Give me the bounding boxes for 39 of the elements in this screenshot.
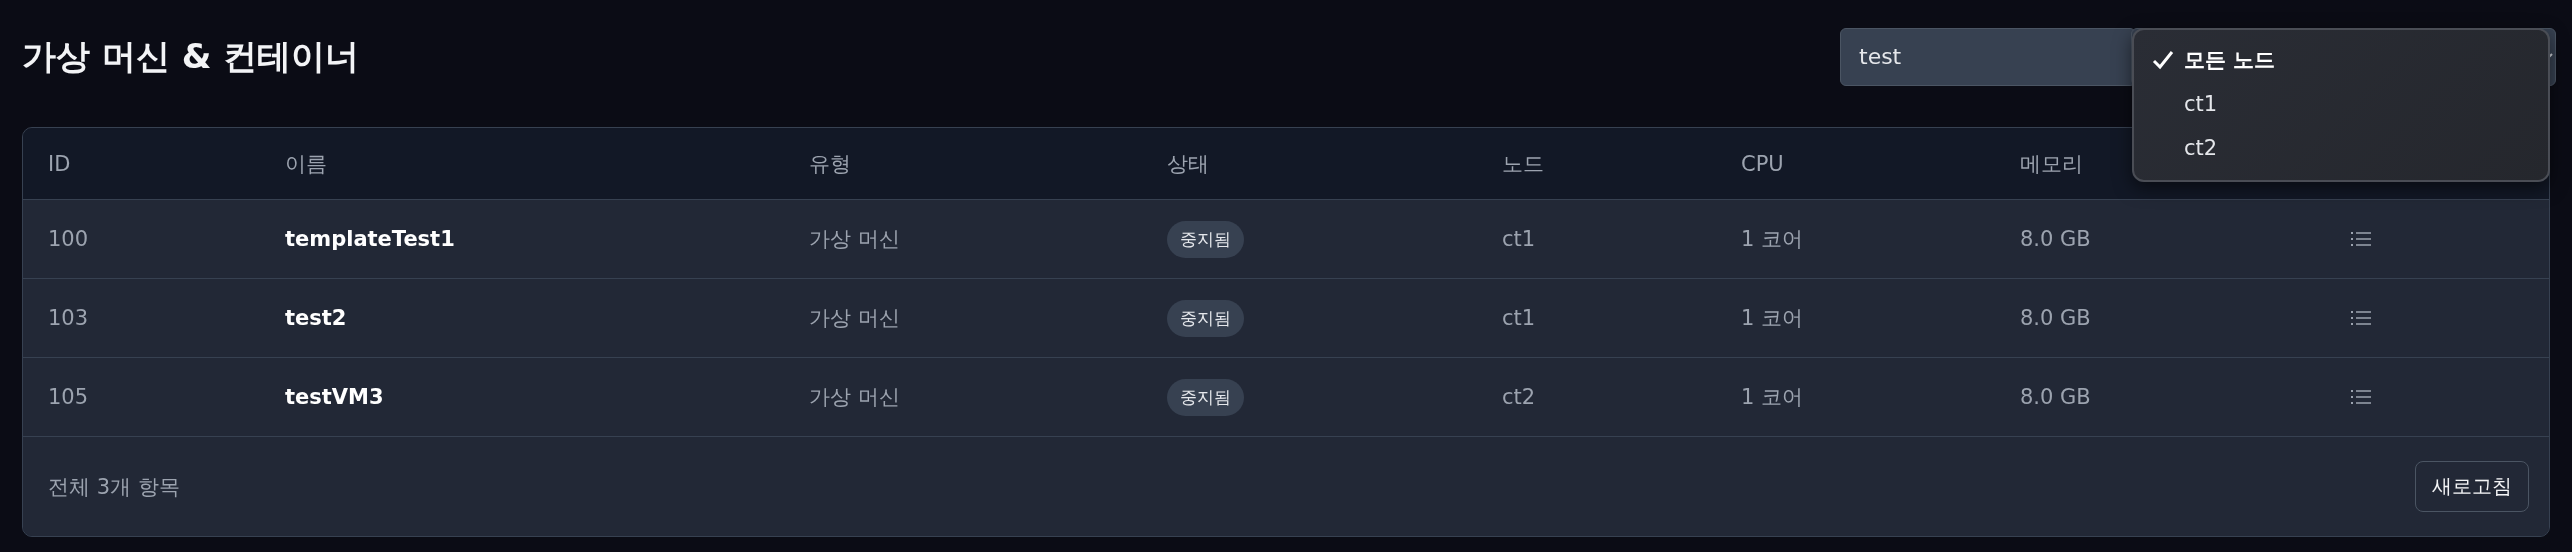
table-cell: 8.0 GB bbox=[2020, 306, 2091, 330]
search-field[interactable]: test bbox=[1840, 27, 2136, 86]
table-cell-text: 가상 머신 bbox=[809, 226, 900, 253]
list-icon[interactable] bbox=[2351, 310, 2371, 326]
status-badge: 중지됨 bbox=[1167, 378, 1244, 416]
table-cell-text: 1 코어 bbox=[1741, 226, 1804, 253]
column-header: 노드 bbox=[1502, 150, 1544, 178]
column-header: 유형 bbox=[809, 150, 851, 178]
column-header: ID bbox=[48, 151, 71, 176]
list-icon[interactable] bbox=[2351, 389, 2371, 405]
table-cell-text: 1 코어 bbox=[1741, 384, 1804, 411]
table-cell-text: 가상 머신 bbox=[809, 384, 900, 411]
column-header: 이름 bbox=[285, 150, 327, 178]
table-cell: ct1 bbox=[1502, 306, 1536, 330]
refresh-button[interactable]: 새로고침 bbox=[2415, 461, 2529, 512]
table-cell-text: 가상 머신 bbox=[809, 305, 900, 332]
table-cell: ct1 bbox=[1502, 227, 1536, 251]
table-cell: testVM3 bbox=[285, 385, 384, 409]
table-cell: 105 bbox=[48, 385, 89, 409]
table-cell: templateTest1 bbox=[285, 227, 455, 251]
column-header: 메모리 bbox=[2020, 150, 2083, 178]
table-cell: 103 bbox=[48, 306, 89, 330]
page-title: 가상 머신 & 컨테이너 bbox=[22, 34, 360, 78]
item-count: 전체 3개 항목 bbox=[48, 473, 180, 501]
table-cell: ct2 bbox=[1502, 385, 1536, 409]
status-badge: 중지됨 bbox=[1167, 220, 1244, 258]
list-icon[interactable] bbox=[2351, 231, 2371, 247]
menu-option[interactable]: ct2 bbox=[2134, 125, 2548, 170]
menu-option[interactable]: ct1 bbox=[2134, 81, 2548, 126]
column-header: CPU bbox=[1741, 151, 1784, 176]
table-cell: test2 bbox=[285, 306, 347, 330]
check-icon bbox=[2152, 49, 2174, 70]
table-cell-text: 1 코어 bbox=[1741, 305, 1804, 332]
table-cell: 100 bbox=[48, 227, 89, 251]
menu-option[interactable]: 모든 노드 bbox=[2134, 37, 2548, 82]
table-cell: 8.0 GB bbox=[2020, 227, 2091, 251]
column-header: 상태 bbox=[1167, 150, 1209, 178]
table-cell: 8.0 GB bbox=[2020, 385, 2091, 409]
status-badge: 중지됨 bbox=[1167, 299, 1244, 337]
